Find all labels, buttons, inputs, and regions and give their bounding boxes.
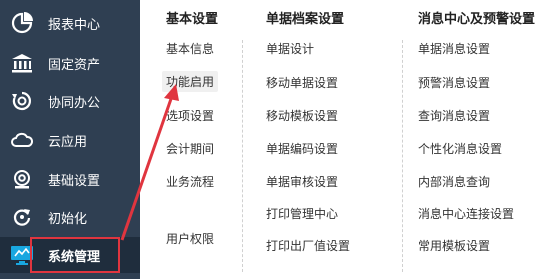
- column-title-message-center: 消息中心及预警设置: [418, 12, 536, 27]
- sidebar: 报表中心 固定资产 协同办公 云应用 基础设置 初始化 系统管理: [0, 0, 140, 279]
- sync-icon: [10, 89, 34, 113]
- menu-link-alert-message[interactable]: 预警消息设置: [418, 74, 490, 91]
- menu-link-accounting-period[interactable]: 会计期间: [166, 140, 214, 157]
- column-divider: [242, 40, 243, 272]
- sidebar-item-fixed-assets[interactable]: 固定资产: [0, 45, 140, 81]
- active-indicator: [140, 257, 150, 273]
- menu-link-doc-numbering[interactable]: 单据编码设置: [266, 140, 338, 157]
- settings-icon: [10, 167, 34, 191]
- sidebar-item-label: 报表中心: [48, 17, 101, 33]
- sidebar-item-label: 基础设置: [48, 173, 101, 189]
- column-title-basic-settings: 基本设置: [166, 12, 219, 27]
- menu-link-workflow[interactable]: 业务流程: [166, 173, 214, 190]
- sidebar-item-reports[interactable]: 报表中心: [0, 5, 140, 41]
- sidebar-item-label: 协同办公: [48, 95, 101, 111]
- menu-link-doc-design[interactable]: 单据设计: [266, 40, 314, 57]
- menu-link-internal-message[interactable]: 内部消息查询: [418, 173, 490, 190]
- menu-link-user-permissions[interactable]: 用户权限: [166, 230, 214, 247]
- menu-link-personal-message[interactable]: 个性化消息设置: [418, 140, 502, 157]
- menu-link-common-template[interactable]: 常用模板设置: [418, 237, 490, 254]
- sidebar-item-label: 固定资产: [48, 57, 101, 73]
- sidebar-item-basic-settings[interactable]: 基础设置: [0, 161, 140, 197]
- menu-link-basic-info[interactable]: 基本信息: [166, 40, 214, 57]
- bank-icon: [10, 51, 34, 75]
- menu-link-feature-enable[interactable]: 功能启用: [162, 71, 219, 92]
- column-title-doc-settings: 单据档案设置: [266, 12, 345, 27]
- menu-link-doc-audit[interactable]: 单据审核设置: [266, 173, 338, 190]
- sidebar-item-init[interactable]: 初始化: [0, 199, 140, 235]
- refresh-icon: [10, 205, 34, 229]
- menu-link-message-connect[interactable]: 消息中心连接设置: [418, 205, 514, 222]
- menu-link-mobile-doc[interactable]: 移动单据设置: [266, 74, 338, 91]
- cloud-icon: [10, 128, 34, 152]
- menu-link-print-center[interactable]: 打印管理中心: [266, 205, 338, 222]
- system-management-menu: 基本设置 基本信息 功能启用 选项设置 会计期间 业务流程 用户权限 单据档案设…: [150, 0, 554, 279]
- highlight-box: [30, 237, 120, 273]
- chart-pie-icon: [10, 11, 34, 35]
- sidebar-item-collab[interactable]: 协同办公: [0, 83, 140, 119]
- sidebar-item-label: 云应用: [48, 134, 88, 150]
- menu-link-options[interactable]: 选项设置: [166, 107, 214, 124]
- column-divider: [402, 40, 403, 272]
- sidebar-item-cloud[interactable]: 云应用: [0, 122, 140, 158]
- menu-link-query-message[interactable]: 查询消息设置: [418, 107, 490, 124]
- menu-link-mobile-template[interactable]: 移动模板设置: [266, 107, 338, 124]
- menu-link-doc-message[interactable]: 单据消息设置: [418, 40, 490, 57]
- sidebar-item-label: 初始化: [48, 211, 88, 227]
- menu-link-print-defaults[interactable]: 打印出厂值设置: [266, 237, 350, 254]
